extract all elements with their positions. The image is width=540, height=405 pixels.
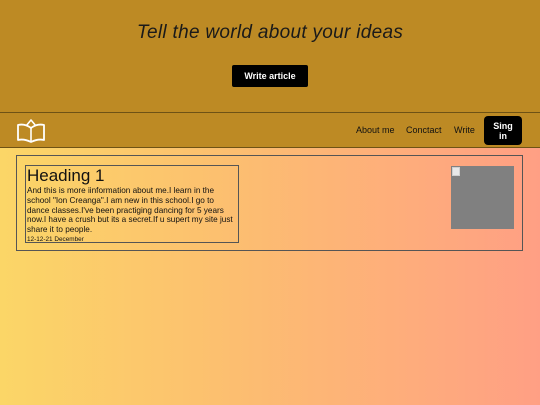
article-date: 12-12-21 December	[27, 235, 84, 243]
article-card[interactable]: Heading 1 And this is more iinformation …	[25, 165, 239, 243]
sign-in-button[interactable]: Sing in	[484, 116, 522, 145]
nav-link-about-me[interactable]: About me	[356, 113, 395, 149]
article-heading: Heading 1	[27, 166, 105, 185]
articles-container: Heading 1 And this is more iinformation …	[16, 155, 523, 251]
open-book-icon[interactable]	[16, 119, 46, 143]
navbar: About me Conctact Write Sing in	[0, 112, 540, 148]
nav-link-contact[interactable]: Conctact	[406, 113, 442, 149]
hero-section: Tell the world about your ideas Write ar…	[0, 0, 540, 112]
write-article-button[interactable]: Write article	[232, 65, 308, 87]
broken-image-icon	[452, 167, 460, 176]
article-body: And this is more iinformation about me.I…	[27, 186, 233, 235]
hero-tagline: Tell the world about your ideas	[136, 22, 404, 43]
article-image	[451, 166, 514, 229]
nav-link-write[interactable]: Write	[454, 113, 475, 149]
